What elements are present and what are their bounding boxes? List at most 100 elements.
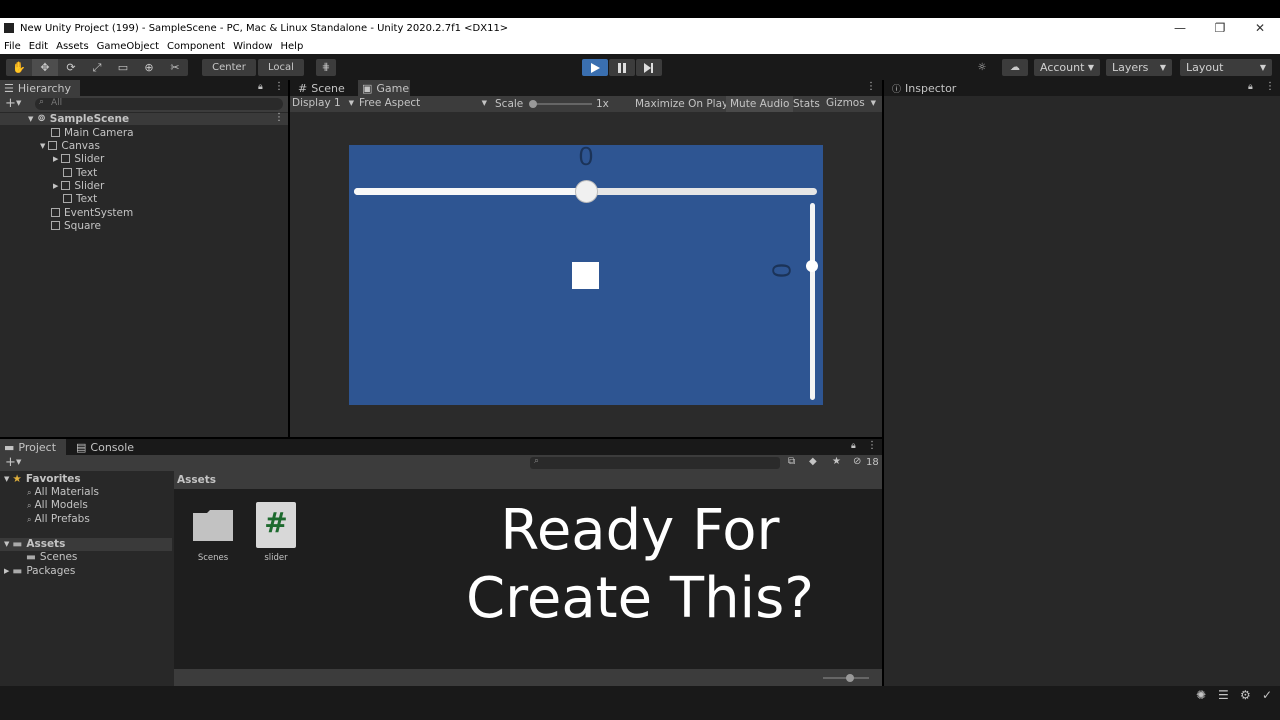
- menu-component[interactable]: Component: [163, 41, 229, 52]
- scale-slider[interactable]: [529, 100, 592, 108]
- rect-tool-icon[interactable]: ▭: [110, 59, 136, 76]
- progress-check-icon[interactable]: ✓: [1262, 688, 1272, 702]
- horizontal-slider-thumb[interactable]: [574, 180, 598, 203]
- stats-toggle[interactable]: Stats: [793, 98, 820, 110]
- menu-assets[interactable]: Assets: [52, 41, 93, 52]
- favorite-item[interactable]: ⌕ All Materials: [27, 486, 99, 498]
- pivot-local-button[interactable]: Local: [258, 59, 304, 76]
- pivot-local-label: Local: [268, 62, 294, 73]
- list-item[interactable]: ▶ Slider: [53, 179, 104, 192]
- hand-tool-icon[interactable]: ✋: [6, 59, 32, 76]
- more-options-icon[interactable]: ⋮: [867, 440, 877, 451]
- project-tab-label: Project: [18, 440, 57, 454]
- project-search-input[interactable]: ⌕: [530, 456, 780, 469]
- auto-generate-lighting-icon[interactable]: ⚙: [1240, 688, 1251, 702]
- aspect-dropdown[interactable]: Free Aspect ▼: [359, 97, 487, 111]
- menu-help[interactable]: Help: [277, 41, 308, 52]
- chevron-down-icon[interactable]: ▼: [16, 458, 21, 466]
- mute-audio-toggle[interactable]: Mute Audio: [726, 96, 794, 112]
- chevron-down-icon[interactable]: ▼: [16, 99, 21, 107]
- list-item[interactable]: Text: [63, 192, 97, 205]
- list-item[interactable]: ▼ Canvas: [40, 139, 100, 152]
- scale-slider-thumb[interactable]: [529, 100, 537, 108]
- maximize-button[interactable]: ❐: [1200, 18, 1240, 38]
- icon-size-slider[interactable]: [823, 674, 869, 682]
- favorite-star-icon[interactable]: ★: [832, 456, 841, 467]
- more-options-icon[interactable]: ⋮: [1265, 81, 1275, 92]
- more-options-icon[interactable]: ⋮: [866, 81, 876, 92]
- list-item[interactable]: Main Camera: [51, 126, 134, 139]
- tab-scene[interactable]: # Scene: [294, 80, 349, 96]
- scale-tool-icon[interactable]: ⤢: [84, 59, 110, 76]
- menu-file[interactable]: File: [0, 41, 25, 52]
- add-icon[interactable]: +: [5, 96, 16, 111]
- layers-stack-icon[interactable]: ☰: [1218, 688, 1229, 702]
- cloud-icon[interactable]: ☁: [1002, 59, 1028, 76]
- close-button[interactable]: ✕: [1240, 18, 1280, 38]
- vertical-slider-thumb[interactable]: [806, 260, 818, 273]
- pivot-center-label: Center: [212, 62, 246, 73]
- account-dropdown[interactable]: Account ▼: [1034, 59, 1100, 76]
- grid-snap-icon[interactable]: ⋕: [316, 59, 336, 76]
- account-label: Account: [1040, 61, 1085, 74]
- filter-label-icon[interactable]: ◆: [809, 456, 817, 467]
- inspector-panel: ⓘ Inspector 🔒︎ ⋮: [884, 80, 1280, 686]
- list-item[interactable]: ▶ Slider: [53, 152, 104, 165]
- favorite-item[interactable]: ⌕ All Models: [27, 499, 88, 511]
- display-dropdown[interactable]: Display 1 ▼: [292, 97, 354, 111]
- chevron-right-icon: ▶: [53, 181, 59, 190]
- favorites-folder[interactable]: ▼ ★ Favorites: [4, 473, 81, 485]
- lock-icon[interactable]: 🔒︎: [258, 82, 263, 92]
- icon-size-slider-thumb[interactable]: [846, 674, 854, 682]
- pivot-center-button[interactable]: Center: [202, 59, 256, 76]
- tab-project[interactable]: ▬ Project: [0, 439, 66, 455]
- list-item[interactable]: Square: [51, 219, 101, 232]
- scenes-folder[interactable]: ▬ Scenes: [26, 551, 77, 563]
- transform-tool-icon[interactable]: ⊕: [136, 59, 162, 76]
- tab-hierarchy[interactable]: ☰ Hierarchy: [0, 80, 80, 96]
- add-icon[interactable]: +: [5, 455, 16, 470]
- layout-dropdown[interactable]: Layout ▼: [1180, 59, 1272, 76]
- favorite-item[interactable]: ⌕ All Prefabs: [27, 513, 90, 525]
- minimize-button[interactable]: —: [1160, 18, 1200, 38]
- hidden-packages-icon[interactable]: ⊘: [853, 456, 861, 467]
- gizmos-dropdown[interactable]: Gizmos ▼: [826, 97, 880, 111]
- menu-gameobject[interactable]: GameObject: [93, 41, 163, 52]
- debug-icon[interactable]: ✺: [1196, 688, 1206, 702]
- scene-tab-icon: #: [298, 81, 308, 95]
- tab-console[interactable]: ▤ Console: [72, 439, 138, 455]
- tab-inspector[interactable]: ⓘ Inspector: [888, 80, 960, 96]
- more-options-icon[interactable]: ⋮: [274, 112, 284, 123]
- menu-edit[interactable]: Edit: [25, 41, 52, 52]
- gizmos-label: Gizmos: [826, 97, 865, 109]
- lock-icon[interactable]: 🔒︎: [1248, 82, 1253, 92]
- packages-folder[interactable]: ▶ ▬ Packages: [4, 565, 75, 577]
- assets-folder[interactable]: ▼ ▬ Assets: [4, 538, 65, 550]
- asset-item[interactable]: #: [256, 502, 296, 548]
- hierarchy-item-label: Square: [64, 219, 101, 232]
- maximize-on-play-toggle[interactable]: Maximize On Play: [635, 98, 728, 110]
- step-button[interactable]: [636, 59, 662, 76]
- hierarchy-search-input[interactable]: ⌕ All: [35, 97, 283, 110]
- more-options-icon[interactable]: ⋮: [274, 81, 284, 92]
- lock-icon[interactable]: 🔒︎: [851, 441, 856, 451]
- pause-button[interactable]: [609, 59, 635, 76]
- asset-item[interactable]: [193, 509, 233, 541]
- horizontal-slider[interactable]: [354, 180, 817, 203]
- move-tool-icon[interactable]: ✥: [32, 59, 58, 76]
- rotate-tool-icon[interactable]: ⟳: [58, 59, 84, 76]
- layers-dropdown[interactable]: Layers ▼: [1106, 59, 1172, 76]
- info-icon: ⓘ: [892, 84, 902, 95]
- tab-game[interactable]: ▣ Game: [358, 80, 410, 96]
- breadcrumb[interactable]: Assets: [177, 474, 216, 486]
- list-item[interactable]: Text: [63, 166, 97, 179]
- filter-type-icon[interactable]: ⧉: [788, 456, 795, 467]
- collab-icon[interactable]: ☼: [970, 59, 994, 76]
- menu-window[interactable]: Window: [229, 41, 276, 52]
- play-button[interactable]: [582, 59, 608, 76]
- list-item[interactable]: ▼ ⊚ SampleScene: [28, 112, 129, 125]
- chevron-down-icon: ▼: [348, 99, 354, 107]
- custom-tool-icon[interactable]: ✂: [162, 59, 188, 76]
- vertical-slider[interactable]: [806, 203, 818, 400]
- list-item[interactable]: EventSystem: [51, 206, 133, 219]
